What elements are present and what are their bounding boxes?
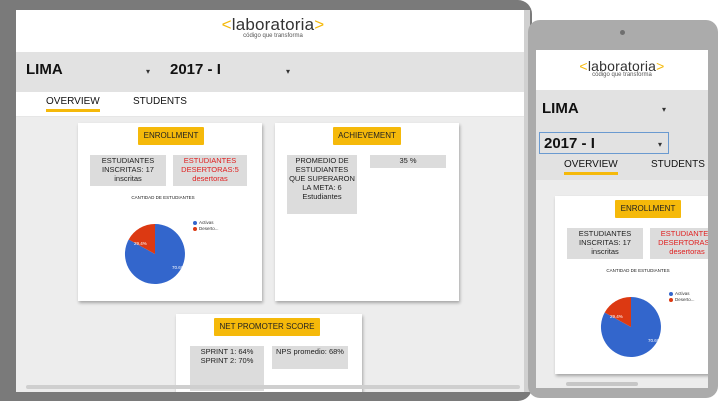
horizontal-scrollbar[interactable] (566, 382, 638, 386)
percent-box: 35 % (370, 155, 446, 168)
horizontal-scrollbar[interactable] (26, 385, 520, 389)
legend-item-desertoras: Deserto... (193, 226, 219, 232)
pie-chart: 70.6% 29.4% (124, 223, 185, 284)
achievement-card: ACHIEVEMENT PROMEDIO DE ESTUDIANTES QUE … (275, 123, 459, 301)
phone-screen: <laboratoria> código que transforma LIMA… (536, 50, 708, 388)
pie-label-activas: 70.6% (172, 265, 185, 270)
tablet-screen: <laboratoria> código que transforma LIMA… (16, 10, 530, 392)
tablet-frame: <laboratoria> código que transforma LIMA… (0, 0, 532, 401)
laboratoria-logo: <laboratoria> código que transforma (579, 58, 665, 78)
generacion-select[interactable]: 2017 - I (170, 61, 221, 78)
legend-item-desertoras: Deserto... (669, 297, 695, 303)
laboratoria-logo: <laboratoria> código que transforma (221, 15, 325, 39)
phone-camera-icon (620, 30, 625, 35)
inscritas-box: ESTUDIANTES INSCRITAS: 17 inscritas (567, 228, 643, 259)
enrollment-title: ENROLLMENT (138, 127, 204, 145)
nps-card: NET PROMOTER SCORE SPRINT 1: 64% SPRINT … (176, 314, 362, 392)
brand-header: <laboratoria> código que transforma (16, 10, 530, 52)
filter-bar: LIMA ▾ 2017 - I ▾ (16, 52, 530, 92)
pie-chart: 70.6% 29.4% (600, 296, 661, 357)
enrollment-card: ENROLLMENT ESTUDIANTES INSCRITAS: 17 ins… (78, 123, 262, 301)
sede-select[interactable]: LIMA (542, 100, 579, 117)
pie-legend: Activas Deserto... (669, 291, 695, 303)
chart-title: CANTIDAD DE ESTUDIANTES (606, 268, 670, 273)
desertoras-box: ESTUDIANTES DESERTORAS:5 desertoras (650, 228, 708, 259)
phone-frame: <laboratoria> código que transforma LIMA… (528, 20, 718, 398)
nps-promedio-box: NPS promedio: 68% (272, 346, 348, 369)
inscritas-box: ESTUDIANTES INSCRITAS: 17 inscritas (90, 155, 166, 186)
tab-students[interactable]: STUDENTS (651, 159, 705, 170)
chevron-down-icon[interactable]: ▾ (658, 140, 662, 149)
filter-panel: LIMA ▾ 2017 - I ▾ OVERVIEW STUDENTS (536, 90, 708, 180)
chevron-down-icon[interactable]: ▾ (286, 67, 290, 76)
enrollment-title: ENROLLMENT (615, 200, 681, 218)
achievement-title: ACHIEVEMENT (333, 127, 401, 145)
pie-legend: Activas Deserto... (193, 220, 219, 232)
brand-header: <laboratoria> código que transforma (536, 50, 708, 90)
chevron-down-icon[interactable]: ▾ (146, 67, 150, 76)
meta-box: PROMEDIO DE ESTUDIANTES QUE SUPERARON LA… (287, 155, 357, 214)
desertoras-box: ESTUDIANTES DESERTORAS:5 desertoras (173, 155, 247, 186)
nps-title: NET PROMOTER SCORE (214, 318, 320, 336)
sede-select[interactable]: LIMA (26, 61, 63, 78)
chart-title: CANTIDAD DE ESTUDIANTES (131, 195, 195, 200)
generacion-select[interactable]: 2017 - I (544, 135, 595, 152)
pie-label-desertoras: 29.4% (610, 314, 623, 319)
pie-label-activas: 70.6% (648, 338, 661, 343)
tab-bar: OVERVIEW STUDENTS (16, 92, 530, 117)
tab-overview[interactable]: OVERVIEW (46, 96, 100, 112)
enrollment-card: ENROLLMENT ESTUDIANTES INSCRITAS: 17 ins… (555, 196, 708, 374)
chevron-down-icon[interactable]: ▾ (662, 105, 666, 114)
tab-overview[interactable]: OVERVIEW (564, 159, 618, 175)
tab-students[interactable]: STUDENTS (133, 96, 187, 107)
pie-label-desertoras: 29.4% (134, 241, 147, 246)
